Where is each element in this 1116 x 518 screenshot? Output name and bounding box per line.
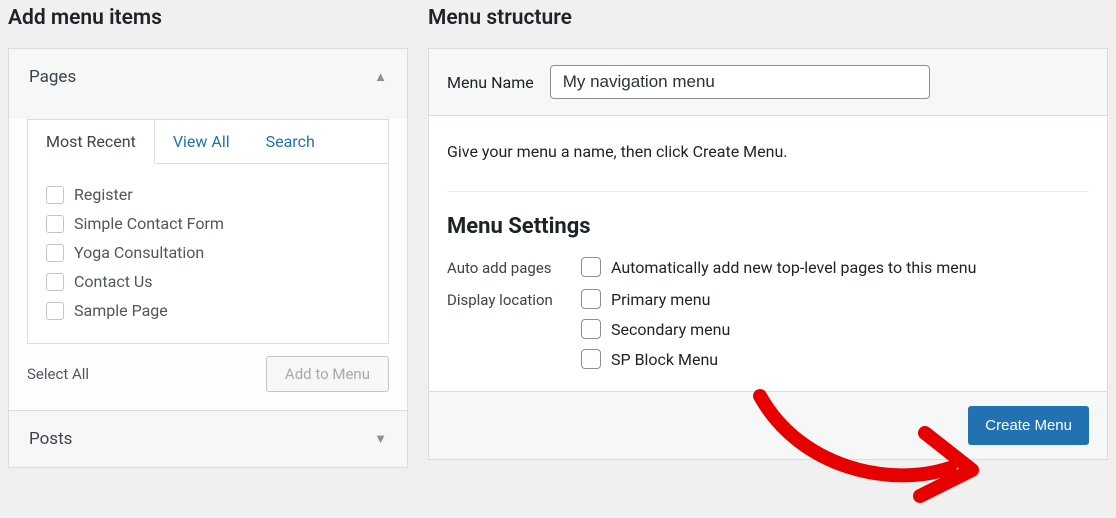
tab-search[interactable]: Search (248, 120, 333, 163)
menu-name-bar: Menu Name (429, 49, 1107, 116)
menu-name-label: Menu Name (447, 73, 534, 92)
display-location-option-label: Secondary menu (611, 320, 730, 339)
menu-name-input[interactable] (550, 65, 930, 99)
auto-add-label: Auto add pages (447, 257, 575, 277)
add-items-accordion: Pages ▲ Most Recent View All Search (8, 48, 408, 468)
page-checkbox[interactable] (46, 273, 64, 291)
auto-add-checkbox[interactable] (581, 257, 601, 277)
add-menu-items-heading: Add menu items (8, 6, 408, 30)
auto-add-option-label: Automatically add new top-level pages to… (611, 258, 976, 277)
create-menu-button[interactable]: Create Menu (968, 406, 1089, 445)
page-checkbox[interactable] (46, 215, 64, 233)
display-location-option: Primary menu (581, 289, 730, 309)
list-item: Contact Us (46, 267, 370, 296)
pages-panel-body: Most Recent View All Search Register (9, 119, 407, 410)
auto-add-row: Auto add pages Automatically add new top… (447, 257, 1089, 277)
list-item: Sample Page (46, 296, 370, 325)
display-location-row: Display location Primary menu Secondary … (447, 289, 1089, 369)
tab-most-recent[interactable]: Most Recent (27, 119, 155, 164)
posts-panel-toggle[interactable]: Posts ▼ (9, 411, 407, 467)
display-location-checkbox[interactable] (581, 349, 601, 369)
posts-panel-label: Posts (29, 429, 72, 449)
page-label: Register (74, 185, 133, 204)
caret-up-icon: ▲ (374, 69, 387, 85)
display-location-label: Display location (447, 289, 575, 309)
display-location-checkbox[interactable] (581, 289, 601, 309)
page-checkbox[interactable] (46, 302, 64, 320)
display-location-option: SP Block Menu (581, 349, 730, 369)
auto-add-option: Automatically add new top-level pages to… (581, 257, 976, 277)
divider (447, 191, 1089, 192)
pages-list: Register Simple Contact Form Yoga Consul… (28, 164, 388, 343)
menu-structure-footer: Create Menu (429, 391, 1107, 459)
pages-panel-toggle[interactable]: Pages ▲ (9, 49, 407, 105)
posts-panel: Posts ▼ (9, 411, 407, 467)
page-checkbox[interactable] (46, 186, 64, 204)
display-location-option: Secondary menu (581, 319, 730, 339)
page-label: Sample Page (74, 301, 168, 320)
list-item: Register (46, 180, 370, 209)
page-checkbox[interactable] (46, 244, 64, 262)
menu-structure-heading: Menu structure (428, 6, 1108, 30)
menu-structure-body: Give your menu a name, then click Create… (429, 116, 1107, 391)
page-label: Simple Contact Form (74, 214, 224, 233)
tab-view-all[interactable]: View All (155, 120, 248, 163)
menu-settings-heading: Menu Settings (447, 214, 1089, 239)
page-label: Contact Us (74, 272, 153, 291)
display-location-checkbox[interactable] (581, 319, 601, 339)
caret-down-icon: ▼ (374, 431, 387, 447)
page-label: Yoga Consultation (74, 243, 204, 262)
pages-tabs: Most Recent View All Search (28, 120, 388, 164)
pages-tabs-box: Most Recent View All Search Register (27, 119, 389, 344)
menu-intro-text: Give your menu a name, then click Create… (447, 142, 1089, 161)
list-item: Simple Contact Form (46, 209, 370, 238)
pages-panel-label: Pages (29, 67, 76, 87)
pages-panel: Pages ▲ Most Recent View All Search (9, 49, 407, 411)
display-location-option-label: SP Block Menu (611, 350, 718, 369)
add-to-menu-button[interactable]: Add to Menu (266, 356, 389, 392)
select-all-link[interactable]: Select All (27, 365, 89, 383)
menu-structure-panel: Menu Name Give your menu a name, then cl… (428, 48, 1108, 460)
list-item: Yoga Consultation (46, 238, 370, 267)
display-location-option-label: Primary menu (611, 290, 710, 309)
pages-panel-controls: Select All Add to Menu (9, 344, 407, 410)
